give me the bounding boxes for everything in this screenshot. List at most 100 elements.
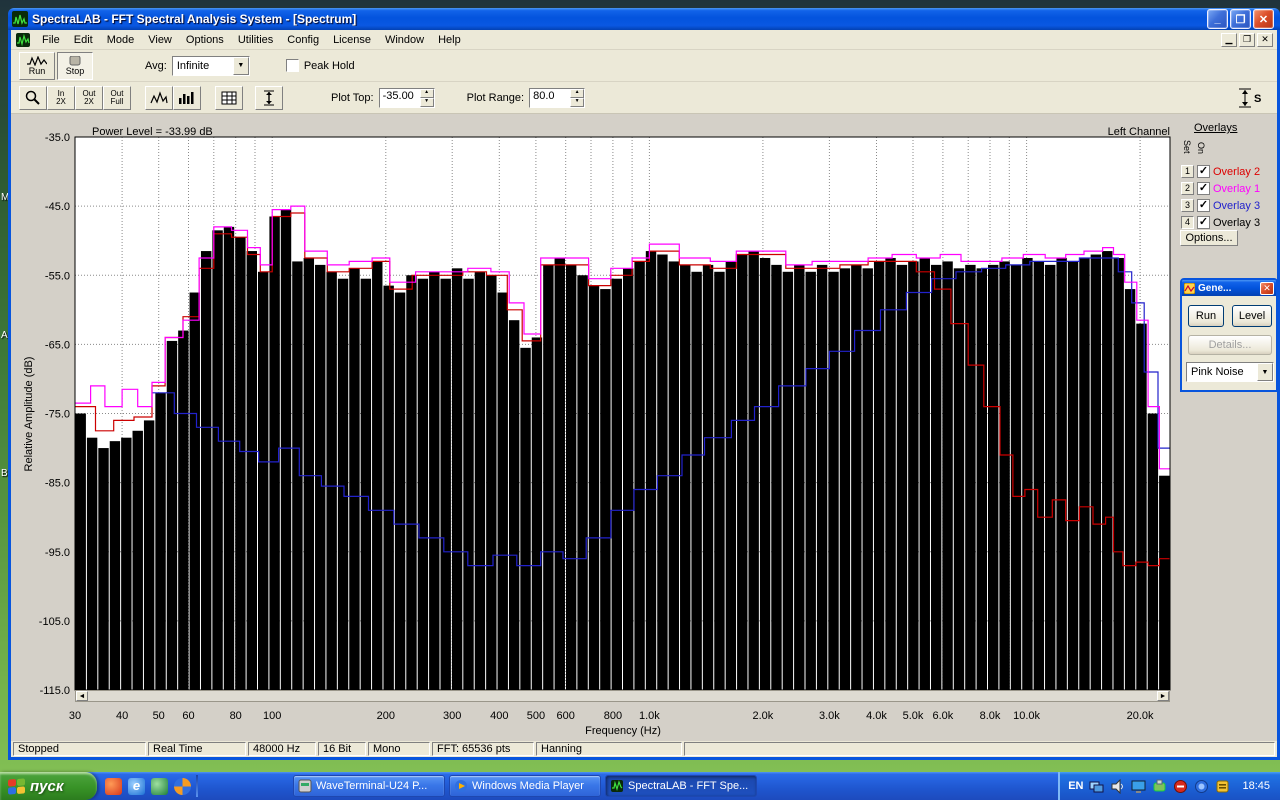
system-tray: EN 18:45 [1058, 772, 1280, 800]
spin-down-icon[interactable]: ▼ [570, 97, 585, 107]
spectrum-bar [394, 292, 406, 690]
x-tick-label: 8.0k [980, 710, 1001, 722]
antivirus-icon[interactable] [1173, 779, 1188, 794]
menu-license[interactable]: License [326, 32, 378, 48]
taskbar-button-label: Windows Media Player [472, 780, 584, 792]
spectrum-bar [132, 430, 143, 690]
zoom-out-2x-button[interactable]: Out 2X [75, 85, 103, 110]
run-button[interactable]: Run [19, 51, 55, 80]
x-tick-label: 600 [557, 710, 575, 722]
horizontal-scrollbar[interactable]: ◄ ► [75, 690, 1170, 702]
zoom-in-2x-button[interactable]: In 2X [47, 85, 75, 110]
chevron-down-icon[interactable]: ▼ [232, 56, 249, 75]
window-title: SpectraLAB - FFT Spectral Analysis Syste… [32, 12, 357, 26]
language-indicator[interactable]: EN [1068, 780, 1083, 792]
spectrum-bar [531, 337, 543, 690]
overlay-set-button[interactable]: 2 [1181, 182, 1194, 195]
browser-icon[interactable] [105, 777, 122, 795]
spectrum-chart: Power Level = -33.99 dB Left Channel -35… [16, 120, 1186, 740]
grid-view-button[interactable] [215, 85, 243, 110]
taskbar-button[interactable]: SpectraLAB - FFT Spe... [605, 775, 757, 797]
minimize-button[interactable]: _ [1207, 9, 1228, 29]
media-player-icon[interactable] [174, 777, 191, 795]
overlay-on-checkbox[interactable]: ✓ [1197, 199, 1210, 212]
y-tick-label: -35.0 [45, 132, 70, 144]
plot-top-input[interactable]: -35.00 ▲ ▼ [378, 87, 435, 108]
title-bar[interactable]: SpectraLAB - FFT Spectral Analysis Syste… [8, 8, 1280, 30]
mdi-minimize-button[interactable]: ▁ [1221, 32, 1237, 47]
line-spectrum-view-button[interactable] [145, 85, 173, 110]
volume-icon[interactable] [1110, 778, 1125, 794]
y-tick-label: -55.0 [45, 270, 70, 282]
overlay-row: 3 ✓ Overlay 3 [1180, 198, 1260, 213]
close-button[interactable]: ✕ [1253, 9, 1274, 29]
menu-mode[interactable]: Mode [100, 32, 142, 48]
generator-details-button[interactable]: Details... [1188, 335, 1272, 355]
overlay-set-button[interactable]: 3 [1181, 199, 1194, 212]
taskbar: пуск e WaveTerminal-U24 P... Windows Medi… [0, 772, 1280, 800]
spin-up-icon[interactable]: ▲ [570, 88, 585, 98]
menu-window[interactable]: Window [378, 32, 431, 48]
scroll-right-icon[interactable]: ► [1157, 691, 1169, 701]
start-button[interactable]: пуск [0, 772, 97, 800]
plot-range-input[interactable]: 80.0 ▲ ▼ [529, 87, 586, 108]
menu-edit[interactable]: Edit [67, 32, 100, 48]
overlay-on-checkbox[interactable]: ✓ [1197, 165, 1210, 178]
grid-icon [221, 91, 237, 104]
spectrum-bar [565, 264, 577, 690]
scroll-left-icon[interactable]: ◄ [76, 691, 88, 701]
peak-hold-checkbox[interactable] [285, 59, 299, 72]
menu-help[interactable]: Help [431, 32, 468, 48]
x-tick-label: 500 [527, 710, 545, 722]
network-icon[interactable] [1089, 779, 1104, 794]
chevron-down-icon[interactable]: ▼ [1257, 363, 1273, 381]
main-area: Power Level = -33.99 dB Left Channel -35… [11, 114, 1278, 741]
menu-options[interactable]: Options [179, 32, 231, 48]
update-icon[interactable] [1194, 779, 1209, 794]
mdi-close-button[interactable]: ✕ [1257, 32, 1273, 47]
spin-up-icon[interactable]: ▲ [419, 88, 434, 98]
internet-explorer-icon[interactable]: e [128, 777, 145, 795]
menu-file[interactable]: File [35, 32, 67, 48]
overlays-options-button[interactable]: Options... [1180, 230, 1238, 246]
generator-close-icon[interactable]: ✕ [1260, 281, 1274, 295]
bar-spectrum-view-button[interactable] [173, 85, 201, 110]
messenger-icon[interactable] [151, 777, 168, 795]
generator-title-bar[interactable]: Gene... ✕ [1182, 280, 1276, 296]
overlay-label: Overlay 1 [1213, 182, 1261, 195]
spectrum-bar [554, 257, 565, 690]
spin-down-icon[interactable]: ▼ [419, 97, 434, 107]
x-tick-label: 5.0k [903, 710, 924, 722]
usb-device-icon[interactable] [1152, 779, 1167, 794]
spectrum-bar [771, 264, 782, 690]
menu-view[interactable]: View [141, 32, 179, 48]
overlay-set-button[interactable]: 4 [1181, 216, 1194, 229]
spectrum-bar [1067, 261, 1079, 690]
generator-signal-select[interactable]: Pink Noise ▼ [1186, 362, 1274, 382]
overlay-on-checkbox[interactable]: ✓ [1197, 216, 1210, 229]
vertical-fit-button[interactable] [255, 85, 283, 110]
taskbar-button[interactable]: Windows Media Player [449, 775, 601, 797]
autoscale-icon[interactable]: S [1237, 87, 1263, 109]
overlay-on-checkbox[interactable]: ✓ [1197, 182, 1210, 195]
avg-select[interactable]: Infinite ▼ [171, 55, 250, 76]
scheduler-icon[interactable] [1215, 779, 1230, 794]
menu-utilities[interactable]: Utilities [231, 32, 280, 48]
display-icon[interactable] [1131, 779, 1146, 794]
overlay-set-button[interactable]: 1 [1181, 165, 1194, 178]
taskbar-button[interactable]: WaveTerminal-U24 P... [293, 775, 445, 797]
status-segment: FFT: 65536 pts [432, 742, 534, 756]
stop-label: Stop [65, 65, 85, 76]
generator-level-button[interactable]: Level [1232, 305, 1272, 327]
menu-config[interactable]: Config [280, 32, 326, 48]
generator-run-button[interactable]: Run [1188, 305, 1224, 327]
spectrum-bar [1045, 264, 1056, 690]
zoom-tool-button[interactable] [19, 85, 47, 110]
transport-toolbar: Run Stop Avg: Infinite ▼ Peak Hold [11, 50, 1277, 82]
zoom-out-full-button[interactable]: Out Full [103, 85, 131, 110]
spectrum-bar [725, 261, 737, 690]
mdi-restore-button[interactable]: ❐ [1239, 32, 1255, 47]
stop-button[interactable]: Stop [57, 51, 93, 80]
spectrum-bar [1136, 323, 1147, 690]
maximize-button[interactable]: ❐ [1230, 9, 1251, 29]
